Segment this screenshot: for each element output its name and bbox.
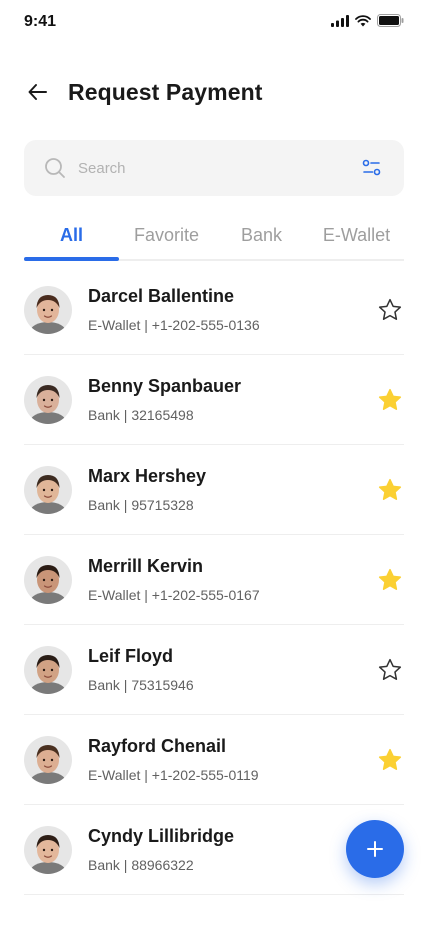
contact-detail: E-Wallet | +1-202-555-0167 bbox=[88, 587, 260, 603]
add-contact-button[interactable] bbox=[346, 820, 404, 878]
avatar bbox=[24, 645, 72, 694]
avatar bbox=[24, 375, 72, 424]
status-icons bbox=[331, 14, 404, 27]
contact-info: Leif Floyd Bank | 75315946 bbox=[88, 646, 376, 693]
contact-name: Leif Floyd bbox=[88, 646, 173, 666]
arrow-left-icon bbox=[28, 84, 47, 100]
star-icon bbox=[378, 748, 402, 770]
star-icon bbox=[378, 298, 402, 320]
tab-bank[interactable]: Bank bbox=[214, 212, 309, 259]
contact-row[interactable]: Leif Floyd Bank | 75315946 bbox=[24, 625, 404, 715]
header: Request Payment bbox=[24, 70, 404, 114]
contact-list: Darcel Ballentine E-Wallet | +1-202-555-… bbox=[24, 265, 404, 895]
favorite-toggle[interactable] bbox=[376, 296, 404, 324]
avatar bbox=[24, 465, 72, 514]
wifi-icon bbox=[355, 14, 371, 26]
contact-row[interactable]: Benny Spanbauer Bank | 32165498 bbox=[24, 355, 404, 445]
favorite-toggle[interactable] bbox=[376, 656, 404, 684]
search-bar bbox=[24, 140, 404, 196]
contact-row[interactable]: Rayford Chenail E-Wallet | +1-202-555-01… bbox=[24, 715, 404, 805]
contact-detail: E-Wallet | +1-202-555-0119 bbox=[88, 767, 259, 783]
favorite-toggle[interactable] bbox=[376, 476, 404, 504]
contact-name: Darcel Ballentine bbox=[88, 286, 235, 306]
contact-name: Benny Spanbauer bbox=[88, 376, 242, 396]
contact-detail: Bank | 95715328 bbox=[88, 497, 194, 513]
tab-all[interactable]: All bbox=[24, 212, 119, 261]
star-icon bbox=[378, 388, 402, 410]
favorite-toggle[interactable] bbox=[376, 746, 404, 774]
avatar bbox=[24, 735, 72, 784]
avatar bbox=[24, 555, 72, 604]
favorite-toggle[interactable] bbox=[376, 566, 404, 594]
star-icon bbox=[378, 658, 402, 680]
contact-info: Merrill Kervin E-Wallet | +1-202-555-016… bbox=[88, 556, 376, 603]
plus-icon bbox=[367, 841, 383, 857]
contact-detail: Bank | 32165498 bbox=[88, 407, 194, 423]
star-icon bbox=[378, 568, 402, 590]
contact-row[interactable]: Merrill Kervin E-Wallet | +1-202-555-016… bbox=[24, 535, 404, 625]
avatar bbox=[24, 825, 72, 874]
filter-button[interactable] bbox=[360, 156, 384, 180]
contact-info: Rayford Chenail E-Wallet | +1-202-555-01… bbox=[88, 736, 376, 783]
status-bar: 9:41 bbox=[0, 0, 428, 44]
contact-name: Rayford Chenail bbox=[88, 736, 227, 756]
contact-name: Marx Hershey bbox=[88, 466, 207, 486]
contact-row[interactable]: Marx Hershey Bank | 95715328 bbox=[24, 445, 404, 535]
search-input[interactable] bbox=[78, 159, 360, 177]
tab-favorite[interactable]: Favorite bbox=[119, 212, 214, 259]
contact-info: Benny Spanbauer Bank | 32165498 bbox=[88, 376, 376, 423]
star-icon bbox=[378, 478, 402, 500]
search-icon bbox=[45, 158, 65, 178]
tab-bar: All Favorite Bank E-Wallet bbox=[24, 212, 404, 261]
page-title: Request Payment bbox=[68, 78, 263, 105]
contact-detail: Bank | 75315946 bbox=[88, 677, 194, 693]
signal-icon bbox=[331, 14, 349, 27]
contact-detail: E-Wallet | +1-202-555-0136 bbox=[88, 317, 260, 333]
favorite-toggle[interactable] bbox=[376, 386, 404, 414]
battery-icon bbox=[377, 14, 404, 27]
back-button[interactable] bbox=[24, 78, 52, 106]
contact-row[interactable]: Darcel Ballentine E-Wallet | +1-202-555-… bbox=[24, 265, 404, 355]
contact-info: Darcel Ballentine E-Wallet | +1-202-555-… bbox=[88, 286, 376, 333]
status-time: 9:41 bbox=[24, 13, 57, 30]
filter-icon bbox=[362, 159, 381, 176]
contact-name: Merrill Kervin bbox=[88, 556, 204, 576]
avatar bbox=[24, 285, 72, 334]
contact-info: Marx Hershey Bank | 95715328 bbox=[88, 466, 376, 513]
tab-e-wallet[interactable]: E-Wallet bbox=[309, 212, 404, 259]
